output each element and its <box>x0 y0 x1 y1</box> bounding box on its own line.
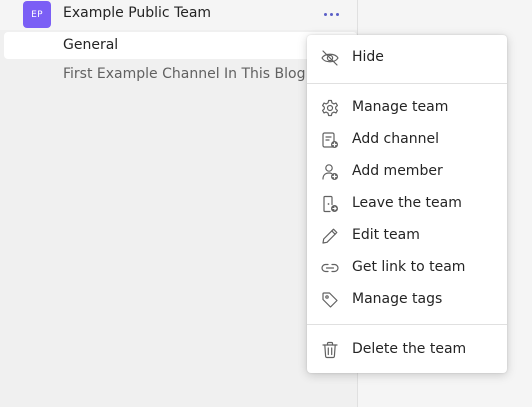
menu-item-add-channel[interactable]: Add channel <box>307 125 507 155</box>
menu-item-label: Delete the team <box>352 341 467 357</box>
menu-divider <box>307 324 507 325</box>
more-horizontal-icon-dot <box>329 12 333 16</box>
add-channel-icon <box>320 130 340 150</box>
menu-item-label: Manage team <box>352 99 449 115</box>
menu-item-edit-team[interactable]: Edit team <box>307 221 507 251</box>
menu-item-label: Manage tags <box>352 291 443 307</box>
team-name[interactable]: Example Public Team <box>63 5 211 21</box>
leave-door-icon <box>320 194 340 214</box>
menu-item-label: Get link to team <box>352 259 466 275</box>
menu-item-label: Hide <box>352 49 384 65</box>
menu-item-label: Add channel <box>352 131 439 147</box>
tag-icon <box>320 290 340 310</box>
menu-item-manage-team[interactable]: Manage team <box>307 93 507 123</box>
menu-item-label: Leave the team <box>352 195 462 211</box>
channel-item-general[interactable]: General <box>4 32 357 59</box>
menu-item-add-member[interactable]: Add member <box>307 157 507 187</box>
menu-item-label: Add member <box>352 163 443 179</box>
channel-item-first-example[interactable]: First Example Channel In This Blog Post <box>63 66 339 82</box>
eye-off-icon <box>320 48 340 68</box>
more-options-button[interactable] <box>318 3 344 25</box>
more-horizontal-icon-dot <box>335 12 339 16</box>
pencil-icon <box>320 226 340 246</box>
menu-divider <box>307 83 507 84</box>
gear-icon <box>320 98 340 118</box>
team-row[interactable]: EP Example Public Team <box>0 0 357 30</box>
menu-item-leave-team[interactable]: Leave the team <box>307 189 507 219</box>
menu-item-label: Edit team <box>352 227 420 243</box>
menu-item-get-link[interactable]: Get link to team <box>307 253 507 283</box>
team-context-menu: Hide Manage team Add channel Add member … <box>307 35 507 373</box>
menu-item-delete-team[interactable]: Delete the team <box>307 335 507 365</box>
link-icon <box>320 258 340 278</box>
channel-label: General <box>63 37 119 53</box>
team-avatar: EP <box>23 1 51 28</box>
teams-list-pane: EP Example Public Team General First Exa… <box>0 0 357 407</box>
menu-item-hide[interactable]: Hide <box>307 43 507 73</box>
more-horizontal-icon <box>323 12 327 16</box>
add-person-icon <box>320 162 340 182</box>
menu-item-manage-tags[interactable]: Manage tags <box>307 285 507 315</box>
trash-icon <box>320 340 340 360</box>
